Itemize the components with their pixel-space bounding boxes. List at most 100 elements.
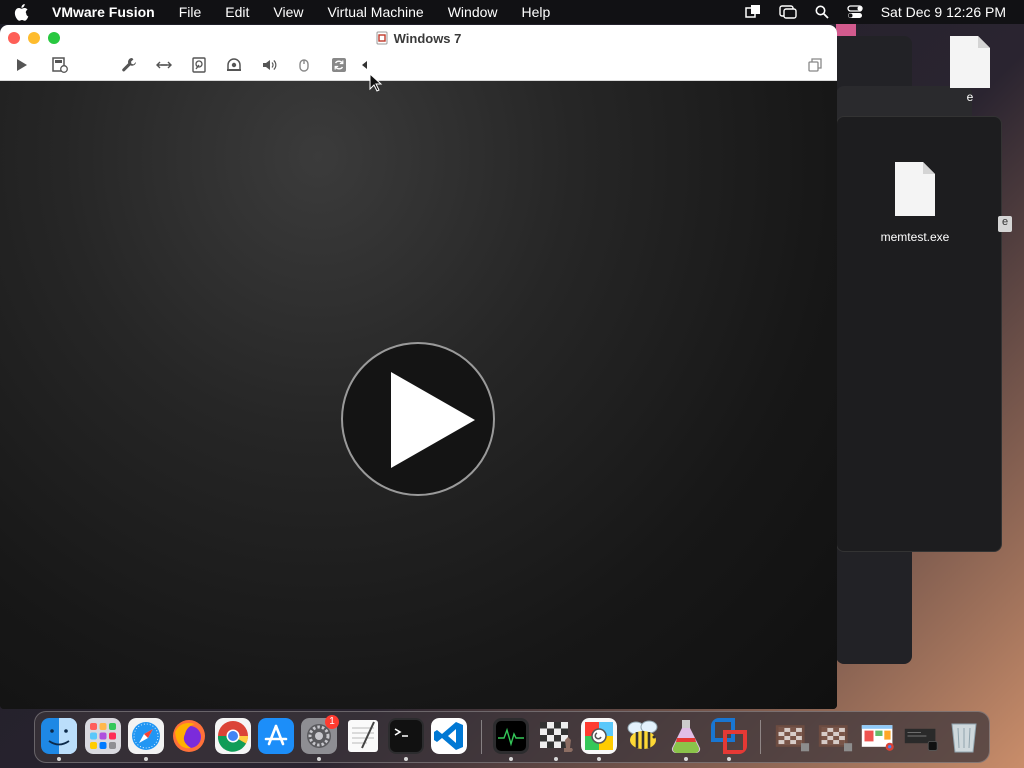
close-button[interactable] [8,32,20,44]
dock-minimized-terminal[interactable] [901,718,941,754]
launchpad-icon [85,718,121,754]
trash-icon [951,723,977,753]
dock-textedit[interactable] [345,718,381,754]
colorsync-icon [581,718,617,754]
network-icon[interactable] [155,56,173,74]
chess-icon [540,722,574,752]
vm-display[interactable] [0,81,837,709]
dock-finder[interactable] [41,718,77,754]
desktop-file-memtest[interactable]: memtest.exe [875,160,955,244]
dock-chess[interactable] [538,718,574,754]
settings-wrench-icon[interactable] [120,56,138,74]
menu-view[interactable]: View [273,4,303,20]
dock-potion-app[interactable] [668,718,704,754]
sound-icon[interactable] [260,56,278,74]
bee-icon [627,720,658,749]
running-indicator [727,757,731,761]
running-indicator [509,757,513,761]
chess-board-thumbnail-icon [818,725,853,752]
control-center-icon[interactable] [847,5,863,19]
spotlight-search-icon[interactable] [815,5,829,19]
browser-thumbnail-icon [861,725,894,751]
dock-safari[interactable] [128,718,164,754]
menu-help[interactable]: Help [522,4,551,20]
hard-disk-icon[interactable] [190,56,208,74]
minimize-button[interactable] [28,32,40,44]
menubar-status-area: Sat Dec 9 12:26 PM [727,0,1006,24]
firefox-icon [173,720,205,752]
document-icon [895,162,935,216]
dock-colorsync[interactable] [581,718,617,754]
window-title-group: Windows 7 [376,30,462,46]
dock-bee-app[interactable] [625,718,661,754]
screen-mirroring-icon[interactable] [779,4,797,20]
terminal-icon [388,718,424,754]
dock-chrome[interactable] [215,718,251,754]
dock-trash[interactable] [946,718,982,754]
unity-icon[interactable] [806,56,824,74]
file-name: e [966,90,974,104]
dock-minimized-chess-1[interactable] [772,718,812,754]
document-icon [950,36,990,88]
desktop-file[interactable]: e [930,34,1010,104]
running-indicator [144,757,148,761]
menubar-clock[interactable]: Sat Dec 9 12:26 PM [881,4,1006,20]
collapse-arrow-icon[interactable] [356,56,374,74]
dock-divider [481,720,482,754]
usb-icon[interactable] [295,56,313,74]
running-indicator [317,757,321,761]
menu-app-name[interactable]: VMware Fusion [52,4,155,20]
dock-activity-monitor[interactable] [493,718,529,754]
notification-badge: 1 [325,715,339,729]
vm-toolbar [0,51,837,81]
running-indicator [404,757,408,761]
dock-terminal[interactable] [388,718,424,754]
window-title: Windows 7 [393,30,462,46]
dock [34,711,990,763]
finder-side-tab[interactable]: e [998,216,1012,232]
running-indicator [57,757,61,761]
vmware-window: Windows 7 [0,25,837,709]
dock-divider [760,720,761,754]
chrome-icon [215,718,251,754]
activity-monitor-icon [493,718,529,754]
apple-menu-icon[interactable] [14,3,30,21]
file-name: memtest.exe [880,230,950,244]
dock-vmware-fusion[interactable] [711,718,747,754]
dock-minimized-chess-2[interactable] [815,718,855,754]
refresh-icon[interactable] [330,56,348,74]
power-on-play-button[interactable] [341,342,495,496]
zoom-button[interactable] [48,32,60,44]
play-icon [391,372,475,468]
vmware-fusion-icon [711,718,747,754]
running-indicator [597,757,601,761]
textedit-icon [348,720,378,752]
dock-minimized-browser[interactable] [858,718,898,754]
window-titlebar[interactable]: Windows 7 [0,25,837,51]
terminal-thumbnail-icon [904,728,938,751]
menu-bar: VMware Fusion File Edit View Virtual Mac… [0,0,1024,24]
finder-icon [41,718,77,754]
dock-vscode[interactable] [431,718,467,754]
play-icon[interactable] [12,56,30,74]
dock-app-store[interactable] [258,718,294,754]
dock-firefox[interactable] [171,718,207,754]
vscode-icon [431,718,467,754]
menu-virtual-machine[interactable]: Virtual Machine [327,4,423,20]
vm-document-icon [376,31,388,45]
menu-file[interactable]: File [179,4,202,20]
running-indicator [684,757,688,761]
safari-icon [128,718,164,754]
chess-board-thumbnail-icon [775,725,810,752]
potion-icon [671,720,701,754]
mouse-cursor-icon [369,73,383,92]
app-store-icon [258,718,294,754]
running-indicator [554,757,558,761]
snapshot-icon[interactable] [51,56,69,74]
menu-window[interactable]: Window [448,4,498,20]
menu-edit[interactable]: Edit [225,4,249,20]
vmware-status-icon[interactable] [744,4,761,20]
background-window-edge [836,24,856,36]
dock-launchpad[interactable] [85,718,121,754]
camera-icon[interactable] [225,56,243,74]
